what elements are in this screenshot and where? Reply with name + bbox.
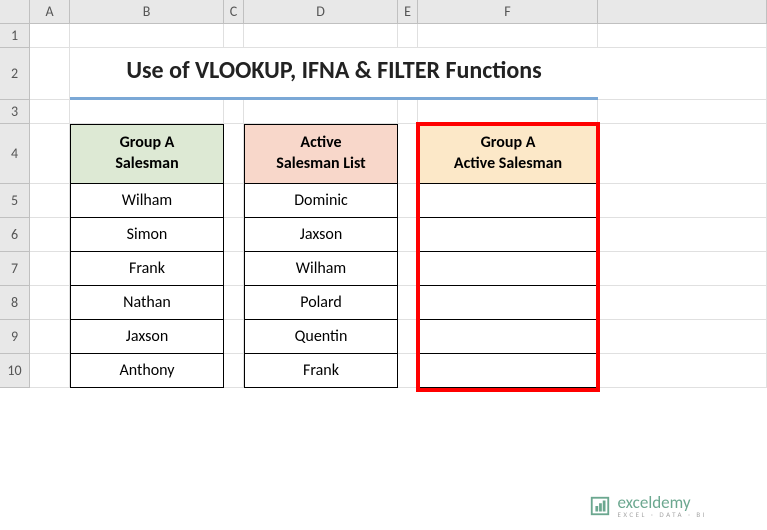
- cell-f9[interactable]: [418, 320, 598, 354]
- cell-rest1[interactable]: [598, 24, 767, 48]
- cell-b7[interactable]: Frank: [70, 252, 224, 286]
- cell-c5[interactable]: [224, 184, 244, 218]
- cell-e9[interactable]: [398, 320, 418, 354]
- row-header-1[interactable]: 1: [0, 24, 30, 48]
- cell-c9[interactable]: [224, 320, 244, 354]
- exceldemy-logo-icon: [589, 495, 611, 517]
- cell-d6[interactable]: Jaxson: [244, 218, 398, 252]
- cell-rest8[interactable]: [598, 286, 767, 320]
- col-header-c[interactable]: C: [224, 0, 244, 24]
- cell-f3[interactable]: [418, 100, 598, 124]
- row-header-8[interactable]: 8: [0, 286, 30, 320]
- cell-rest9[interactable]: [598, 320, 767, 354]
- page-title[interactable]: Use of VLOOKUP, IFNA & FILTER Functions: [70, 48, 598, 100]
- cell-c1[interactable]: [224, 24, 244, 48]
- col-header-b[interactable]: B: [70, 0, 224, 24]
- cell-e6[interactable]: [398, 218, 418, 252]
- cell-e7[interactable]: [398, 252, 418, 286]
- table-header-active[interactable]: Active Salesman List: [244, 124, 398, 184]
- cell-a7[interactable]: [30, 252, 70, 286]
- cell-c7[interactable]: [224, 252, 244, 286]
- row-header-2[interactable]: 2: [0, 48, 30, 100]
- cell-rest10[interactable]: [598, 354, 767, 388]
- cell-b3[interactable]: [70, 100, 224, 124]
- col-header-f[interactable]: F: [418, 0, 598, 24]
- table-header-group-a[interactable]: Group A Salesman: [70, 124, 224, 184]
- cell-f6[interactable]: [418, 218, 598, 252]
- cell-a9[interactable]: [30, 320, 70, 354]
- cell-c10[interactable]: [224, 354, 244, 388]
- cell-d3[interactable]: [244, 100, 398, 124]
- watermark: exceldemy EXCEL · DATA · BI: [589, 494, 707, 518]
- row-header-5[interactable]: 5: [0, 184, 30, 218]
- header-d-text: Active Salesman List: [276, 133, 365, 175]
- cell-e10[interactable]: [398, 354, 418, 388]
- cell-rest7[interactable]: [598, 252, 767, 286]
- cell-e4[interactable]: [398, 124, 418, 184]
- row-header-4[interactable]: 4: [0, 124, 30, 184]
- cell-rest5[interactable]: [598, 184, 767, 218]
- header-f-text: Group A Active Salesman: [454, 133, 562, 175]
- cell-a10[interactable]: [30, 354, 70, 388]
- cell-b5[interactable]: Wilham: [70, 184, 224, 218]
- cell-c8[interactable]: [224, 286, 244, 320]
- row-header-9[interactable]: 9: [0, 320, 30, 354]
- cell-a2[interactable]: [30, 48, 70, 100]
- watermark-main-text: exceldemy: [617, 494, 707, 511]
- cell-f1[interactable]: [418, 24, 598, 48]
- cell-a1[interactable]: [30, 24, 70, 48]
- cell-d10[interactable]: Frank: [244, 354, 398, 388]
- cell-a5[interactable]: [30, 184, 70, 218]
- cell-f8[interactable]: [418, 286, 598, 320]
- cell-b9[interactable]: Jaxson: [70, 320, 224, 354]
- cell-rest2[interactable]: [598, 48, 767, 100]
- cell-e3[interactable]: [398, 100, 418, 124]
- cell-c3[interactable]: [224, 100, 244, 124]
- table-header-result[interactable]: Group A Active Salesman: [418, 124, 598, 184]
- cell-rest4[interactable]: [598, 124, 767, 184]
- cell-b6[interactable]: Simon: [70, 218, 224, 252]
- cell-d9[interactable]: Quentin: [244, 320, 398, 354]
- header-b-text: Group A Salesman: [115, 133, 178, 175]
- cell-c6[interactable]: [224, 218, 244, 252]
- cell-f7[interactable]: [418, 252, 598, 286]
- cell-a3[interactable]: [30, 100, 70, 124]
- cell-e8[interactable]: [398, 286, 418, 320]
- watermark-sub-text: EXCEL · DATA · BI: [617, 511, 707, 518]
- cell-rest3[interactable]: [598, 100, 767, 124]
- cell-f10[interactable]: [418, 354, 598, 388]
- cell-d5[interactable]: Dominic: [244, 184, 398, 218]
- cell-d1[interactable]: [244, 24, 398, 48]
- cell-d8[interactable]: Polard: [244, 286, 398, 320]
- cell-c4[interactable]: [224, 124, 244, 184]
- col-header-a[interactable]: A: [30, 0, 70, 24]
- cell-a6[interactable]: [30, 218, 70, 252]
- col-header-d[interactable]: D: [244, 0, 398, 24]
- col-header-rest: [598, 0, 767, 24]
- cell-f5[interactable]: [418, 184, 598, 218]
- corner-cell: [0, 0, 30, 24]
- cell-b8[interactable]: Nathan: [70, 286, 224, 320]
- cell-e1[interactable]: [398, 24, 418, 48]
- cell-e5[interactable]: [398, 184, 418, 218]
- row-header-10[interactable]: 10: [0, 354, 30, 388]
- cell-a4[interactable]: [30, 124, 70, 184]
- cell-d7[interactable]: Wilham: [244, 252, 398, 286]
- row-header-7[interactable]: 7: [0, 252, 30, 286]
- row-header-6[interactable]: 6: [0, 218, 30, 252]
- cell-b10[interactable]: Anthony: [70, 354, 224, 388]
- cell-rest6[interactable]: [598, 218, 767, 252]
- cell-a8[interactable]: [30, 286, 70, 320]
- spreadsheet-grid: A B C D E F 1 2 Use of VLOOKUP, IFNA & F…: [0, 0, 767, 388]
- col-header-e[interactable]: E: [398, 0, 418, 24]
- cell-b1[interactable]: [70, 24, 224, 48]
- row-header-3[interactable]: 3: [0, 100, 30, 124]
